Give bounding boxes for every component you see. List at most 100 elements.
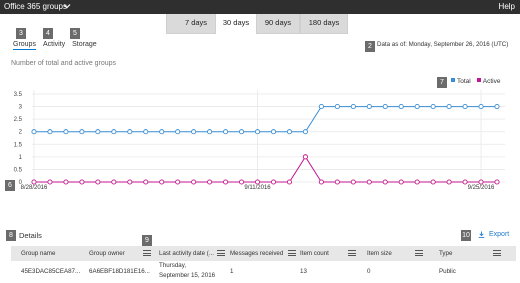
data-point <box>143 179 149 185</box>
y-tick-label: 2.5 <box>14 117 23 123</box>
y-tick-label: 0.5 <box>14 167 23 173</box>
data-point <box>334 104 340 110</box>
data-point <box>302 129 308 135</box>
data-point <box>239 179 245 185</box>
data-point <box>223 129 229 135</box>
data-point <box>31 129 37 135</box>
column-header-item-count[interactable]: Item count <box>300 250 329 257</box>
data-point <box>478 179 484 185</box>
data-point <box>47 179 53 185</box>
data-point <box>430 179 436 185</box>
data-point <box>494 104 500 110</box>
cell-group-name: 45E3DAC85CEA87... <box>21 268 81 275</box>
export-label: Export <box>489 231 510 238</box>
cell-type: Public <box>439 268 456 275</box>
data-point <box>207 129 213 135</box>
data-point <box>398 179 404 185</box>
callout-badge: 9 <box>142 235 152 246</box>
data-point <box>191 129 197 135</box>
data-point <box>446 179 452 185</box>
column-header-item-size[interactable]: Item size <box>367 250 392 257</box>
data-point <box>382 179 388 185</box>
export-button[interactable]: Export <box>478 231 509 238</box>
column-menu-icon[interactable] <box>415 249 423 257</box>
data-point <box>63 179 69 185</box>
column-header-group-name[interactable]: Group name <box>21 250 55 257</box>
column-menu-icon[interactable] <box>143 249 151 257</box>
data-point <box>254 179 261 185</box>
y-tick-label: 1.5 <box>14 142 23 148</box>
y-tick-label: 2 <box>19 130 23 136</box>
data-point <box>494 179 500 185</box>
data-point <box>414 179 420 185</box>
cell-item-size: 0 <box>367 268 371 275</box>
data-point <box>143 129 149 135</box>
data-point <box>398 104 404 110</box>
cell-group-owner: 6A6EBF18D181E16... <box>89 268 150 275</box>
data-point <box>462 179 468 185</box>
data-point <box>478 104 484 110</box>
data-point <box>207 179 213 185</box>
data-point <box>31 179 37 185</box>
column-menu-icon[interactable] <box>493 249 501 257</box>
data-point <box>191 179 197 185</box>
cell-last-activity-date: September 15, 2016 <box>159 272 216 279</box>
x-tick-label: 8/28/2016 <box>21 185 48 191</box>
data-point <box>63 129 69 135</box>
data-point <box>127 179 133 185</box>
y-tick-label: 1 <box>19 155 23 161</box>
column-header-messages-received[interactable]: Messages received <box>230 250 283 257</box>
callout-badge: 8 <box>6 230 16 241</box>
data-point <box>318 104 324 110</box>
data-point <box>350 179 356 185</box>
data-point <box>286 129 292 135</box>
column-menu-icon[interactable] <box>348 249 356 257</box>
data-point <box>223 179 229 185</box>
data-point <box>302 154 308 160</box>
callout-badge: 10 <box>461 230 471 241</box>
column-menu-icon[interactable] <box>288 249 296 257</box>
data-point <box>334 179 340 185</box>
data-point <box>462 104 468 110</box>
cell-last-activity-day: Thursday, <box>159 262 187 269</box>
x-tick-label: 9/11/2016 <box>244 185 271 191</box>
data-point <box>430 104 436 110</box>
column-header-last-activity[interactable]: Last activity date (... <box>159 250 214 257</box>
details-label: Details <box>19 231 42 240</box>
data-point <box>286 179 292 185</box>
data-point <box>239 129 245 135</box>
data-point <box>111 129 117 135</box>
table-row[interactable]: 45E3DAC85CEA87... 6A6EBF18D181E16... Thu… <box>11 261 516 283</box>
callout-badge: 6 <box>5 180 15 191</box>
data-point <box>366 104 372 110</box>
y-tick-label: 3.5 <box>14 92 23 98</box>
data-point <box>350 104 356 110</box>
download-icon <box>478 231 485 238</box>
column-menu-icon[interactable] <box>217 249 225 257</box>
y-tick-label: 3 <box>19 105 23 111</box>
data-point <box>111 179 117 185</box>
data-point <box>366 179 372 185</box>
data-point <box>175 129 181 135</box>
data-point <box>270 129 277 135</box>
data-point <box>47 129 53 135</box>
data-point <box>95 179 101 185</box>
data-point <box>127 129 133 135</box>
data-point <box>175 179 181 185</box>
cell-item-count: 13 <box>300 268 307 275</box>
data-point <box>79 129 85 135</box>
column-header-type[interactable]: Type <box>439 250 452 257</box>
column-header-group-owner[interactable]: Group owner <box>89 250 125 257</box>
x-tick-label: 9/25/2016 <box>468 185 495 191</box>
data-point <box>159 129 165 135</box>
cell-messages-received: 1 <box>230 268 234 275</box>
data-point <box>159 179 165 185</box>
data-point <box>95 129 101 135</box>
data-point <box>270 179 277 185</box>
data-point <box>382 104 388 110</box>
data-point <box>414 104 420 110</box>
data-point <box>318 179 324 185</box>
data-point <box>254 129 261 135</box>
table-header: Group name Group owner Last activity dat… <box>11 246 516 261</box>
line-chart: 00.511.522.533.58/28/2016 9/11/2016 9/25/2… <box>14 90 505 191</box>
